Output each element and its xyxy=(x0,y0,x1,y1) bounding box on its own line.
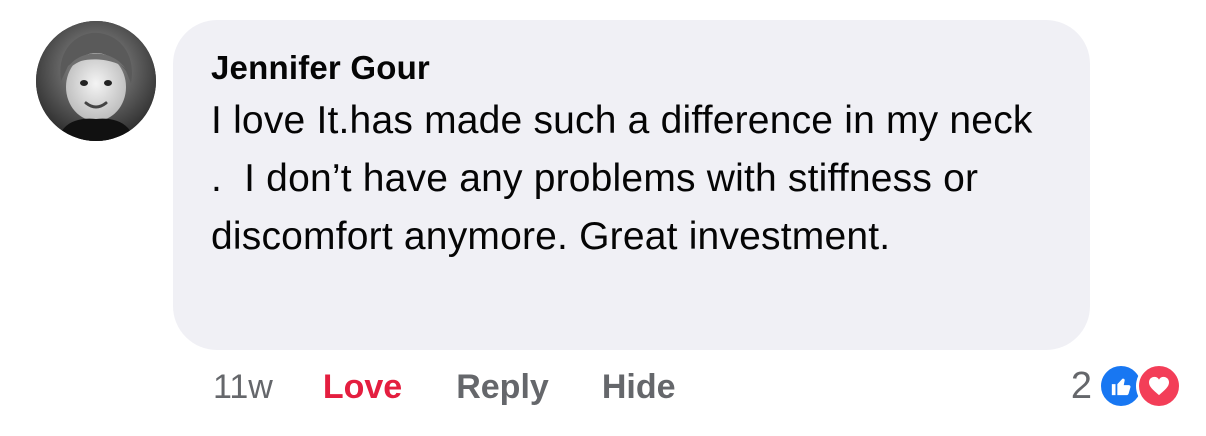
reaction-icons[interactable] xyxy=(1098,361,1184,411)
love-button[interactable]: Love xyxy=(323,368,402,407)
comment-actions: 11w Love Reply Hide xyxy=(213,362,676,412)
reaction-summary[interactable]: 2 xyxy=(1071,360,1184,412)
reaction-count[interactable]: 2 xyxy=(1071,365,1092,408)
comment-timestamp[interactable]: 11w xyxy=(213,368,273,407)
comment-author[interactable]: Jennifer Gour xyxy=(211,46,1054,90)
comment-bubble: Jennifer Gour I love It.has made such a … xyxy=(173,20,1090,350)
reply-button[interactable]: Reply xyxy=(456,368,549,407)
avatar[interactable] xyxy=(36,21,156,141)
love-icon xyxy=(1136,363,1182,409)
profile-photo-icon xyxy=(36,21,156,141)
comment-text: I love It.has made such a difference in … xyxy=(211,99,1044,258)
hide-button[interactable]: Hide xyxy=(602,368,676,407)
